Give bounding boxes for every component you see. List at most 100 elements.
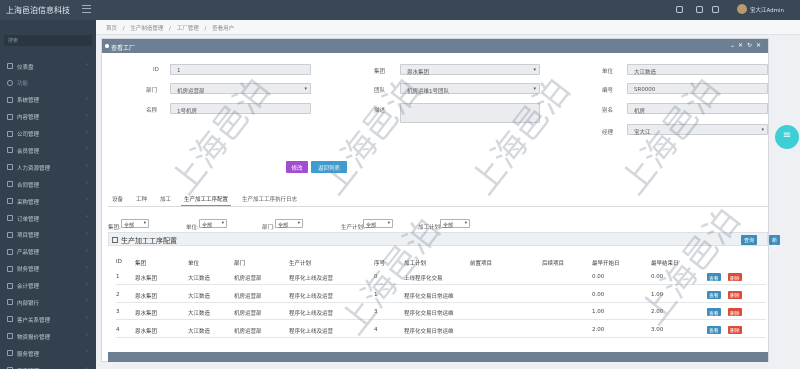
delete-button[interactable]: 删除 bbox=[728, 308, 742, 317]
filter-process-label: 加工计划: bbox=[418, 225, 442, 231]
sidebar-item[interactable]: 物资报价管理 ‹ bbox=[0, 328, 96, 345]
tab-processing[interactable]: 加工 bbox=[160, 195, 171, 203]
delete-button[interactable]: 删除 bbox=[728, 290, 742, 299]
sidebar-item[interactable]: 仪表盘 › bbox=[0, 58, 96, 75]
maximize-icon[interactable]: ✕ bbox=[738, 42, 743, 49]
user-name[interactable]: 宝大江Admin bbox=[750, 6, 784, 14]
delete-button[interactable]: 删除 bbox=[728, 273, 742, 282]
filter-plan-select[interactable]: 全部 bbox=[363, 219, 393, 229]
filter-process-select[interactable]: 全部 bbox=[440, 219, 470, 229]
edit-button[interactable]: 修改 bbox=[286, 161, 308, 173]
column-header[interactable]: 部门 bbox=[234, 259, 245, 267]
table-cell: 4 bbox=[116, 326, 120, 333]
lock-icon[interactable] bbox=[712, 6, 719, 13]
column-header[interactable]: 后续项目 bbox=[542, 259, 564, 267]
team-select[interactable]: 机房运维1号团队 bbox=[400, 83, 540, 95]
id-field[interactable]: 1 bbox=[170, 64, 311, 75]
sidebar-item[interactable]: 客户关系管理 ‹ bbox=[0, 311, 96, 328]
dept-select[interactable]: 机房运营部 bbox=[170, 83, 311, 95]
column-header[interactable]: 生产计划 bbox=[289, 259, 311, 267]
table-cell: 2.00 bbox=[592, 326, 605, 333]
app-brand[interactable]: 上海邑泊信息科技 bbox=[6, 5, 70, 16]
tab-equipment[interactable]: 设备 bbox=[112, 195, 123, 203]
sidebar-item[interactable]: 内部银行 ‹ bbox=[0, 294, 96, 311]
sidebar-item-label: 项目管理 bbox=[17, 233, 40, 240]
company-field[interactable]: 大江数造 bbox=[627, 64, 768, 76]
refresh-icon[interactable]: ↻ bbox=[747, 42, 752, 49]
sidebar-item[interactable]: 采购管理 ‹ bbox=[0, 193, 96, 210]
table-cell: 恩水集团 bbox=[135, 311, 158, 317]
filter-dept-select[interactable]: 全部 bbox=[275, 219, 303, 229]
desc-textarea[interactable] bbox=[400, 103, 540, 123]
chevron-icon: ‹ bbox=[86, 315, 88, 322]
bank-icon bbox=[7, 299, 13, 306]
product-icon bbox=[7, 248, 13, 255]
view-button[interactable]: 查看 bbox=[707, 290, 721, 299]
table-cell: 1 bbox=[116, 274, 120, 280]
back-to-list-button[interactable]: 返回列表 bbox=[311, 161, 347, 173]
breadcrumb-manufacturing[interactable]: 生产制造管理 bbox=[130, 26, 163, 32]
table-cell: 程序化上线及运营 bbox=[289, 311, 334, 317]
filter-group-select[interactable]: 全部 bbox=[121, 219, 149, 229]
column-header[interactable]: 最早结束日 bbox=[651, 259, 679, 267]
sidebar-item-label: 产品管理 bbox=[17, 250, 40, 257]
sidebar-item[interactable]: 项目管理 ‹ bbox=[0, 227, 96, 244]
column-header[interactable]: 前置项目 bbox=[470, 259, 492, 267]
owner-label: 经理 bbox=[602, 130, 614, 136]
breadcrumb-home[interactable]: 首页 bbox=[106, 26, 117, 32]
chevron-icon: ‹ bbox=[86, 281, 88, 288]
view-button[interactable]: 查看 bbox=[707, 325, 721, 334]
table-cell: 机房运营部 bbox=[234, 311, 262, 317]
column-header[interactable]: ID bbox=[116, 259, 122, 265]
sidebar-item[interactable]: 会员管理 ‹ bbox=[0, 142, 96, 159]
table-cell: 程序化交易日常运维 bbox=[404, 328, 454, 335]
table-cell: 大江数造 bbox=[188, 293, 211, 300]
sidebar-item[interactable]: 合同管理 ‹ bbox=[0, 176, 96, 193]
menu-toggle-icon[interactable] bbox=[82, 5, 91, 13]
home-icon[interactable] bbox=[696, 6, 703, 13]
code-field[interactable]: SR0000 bbox=[627, 83, 768, 94]
column-header[interactable]: 集团 bbox=[135, 259, 146, 267]
group-select[interactable]: 恩水集团 bbox=[400, 64, 540, 76]
column-header[interactable]: 最早开始日 bbox=[592, 259, 620, 267]
floating-menu-button[interactable]: ≡ bbox=[775, 125, 799, 149]
finance-icon bbox=[7, 265, 13, 272]
alias-field[interactable]: 机房 bbox=[627, 103, 768, 115]
close-icon[interactable]: ✕ bbox=[756, 42, 761, 49]
view-button[interactable]: 查看 bbox=[707, 308, 721, 317]
tab-process-config[interactable]: 生产加工工序配置 bbox=[180, 195, 232, 206]
avatar[interactable] bbox=[737, 4, 747, 14]
factory-panel: 查看工厂 ⌄ ✕ ↻ ✕ ID 1 集团 恩水集团 单位 大江数造 部门 机房运… bbox=[101, 38, 781, 362]
filter-company-select[interactable]: 全部 bbox=[199, 219, 227, 229]
sidebar-item[interactable]: 内容管理 ‹ bbox=[0, 109, 96, 126]
delete-button[interactable]: 删除 bbox=[728, 325, 742, 334]
purchase-icon bbox=[7, 198, 13, 205]
view-button[interactable]: 查看 bbox=[707, 273, 721, 282]
sidebar-item[interactable]: 系统管理 ‹ bbox=[0, 92, 96, 109]
chevron-icon: ‹ bbox=[86, 146, 88, 153]
chevron-icon: ‹ bbox=[86, 214, 88, 221]
tab-work-type[interactable]: 工种 bbox=[136, 195, 147, 203]
sidebar-item[interactable]: 财务管理 ‹ bbox=[0, 261, 96, 278]
add-button[interactable]: 新增 bbox=[769, 234, 781, 251]
query-button[interactable]: 查询 bbox=[741, 234, 758, 245]
bell-icon[interactable] bbox=[676, 6, 683, 13]
column-header[interactable]: 序号 bbox=[374, 259, 385, 267]
tab-process-log[interactable]: 生产加工工序执行日志 bbox=[242, 195, 297, 203]
column-header[interactable]: 加工计划 bbox=[404, 259, 426, 267]
sidebar-item[interactable]: 产品管理 ‹ bbox=[0, 244, 96, 261]
sidebar-item[interactable]: 公司管理 ‹ bbox=[0, 126, 96, 143]
owner-select[interactable]: 宝大江 bbox=[627, 124, 768, 136]
sidebar-item[interactable]: 资产管理‹ bbox=[0, 362, 96, 369]
sidebar-item[interactable]: 人力资源管理 ‹ bbox=[0, 159, 96, 176]
sidebar-item[interactable]: 会计管理 ‹ bbox=[0, 278, 96, 295]
collapse-icon[interactable]: ⌄ bbox=[730, 42, 735, 49]
sidebar-item[interactable]: 订单管理 ‹ bbox=[0, 210, 96, 227]
breadcrumb-factory[interactable]: 工厂管理 bbox=[177, 26, 199, 32]
sidebar-search-input[interactable]: 搜索 bbox=[4, 35, 92, 46]
name-field[interactable]: 1号机房 bbox=[170, 103, 311, 115]
table-cell: 大江数造 bbox=[188, 311, 211, 317]
column-header[interactable]: 单位 bbox=[188, 259, 199, 267]
sidebar-item[interactable]: 服务管理 ‹ bbox=[0, 345, 96, 362]
table-cell: 0.00 bbox=[592, 291, 605, 298]
